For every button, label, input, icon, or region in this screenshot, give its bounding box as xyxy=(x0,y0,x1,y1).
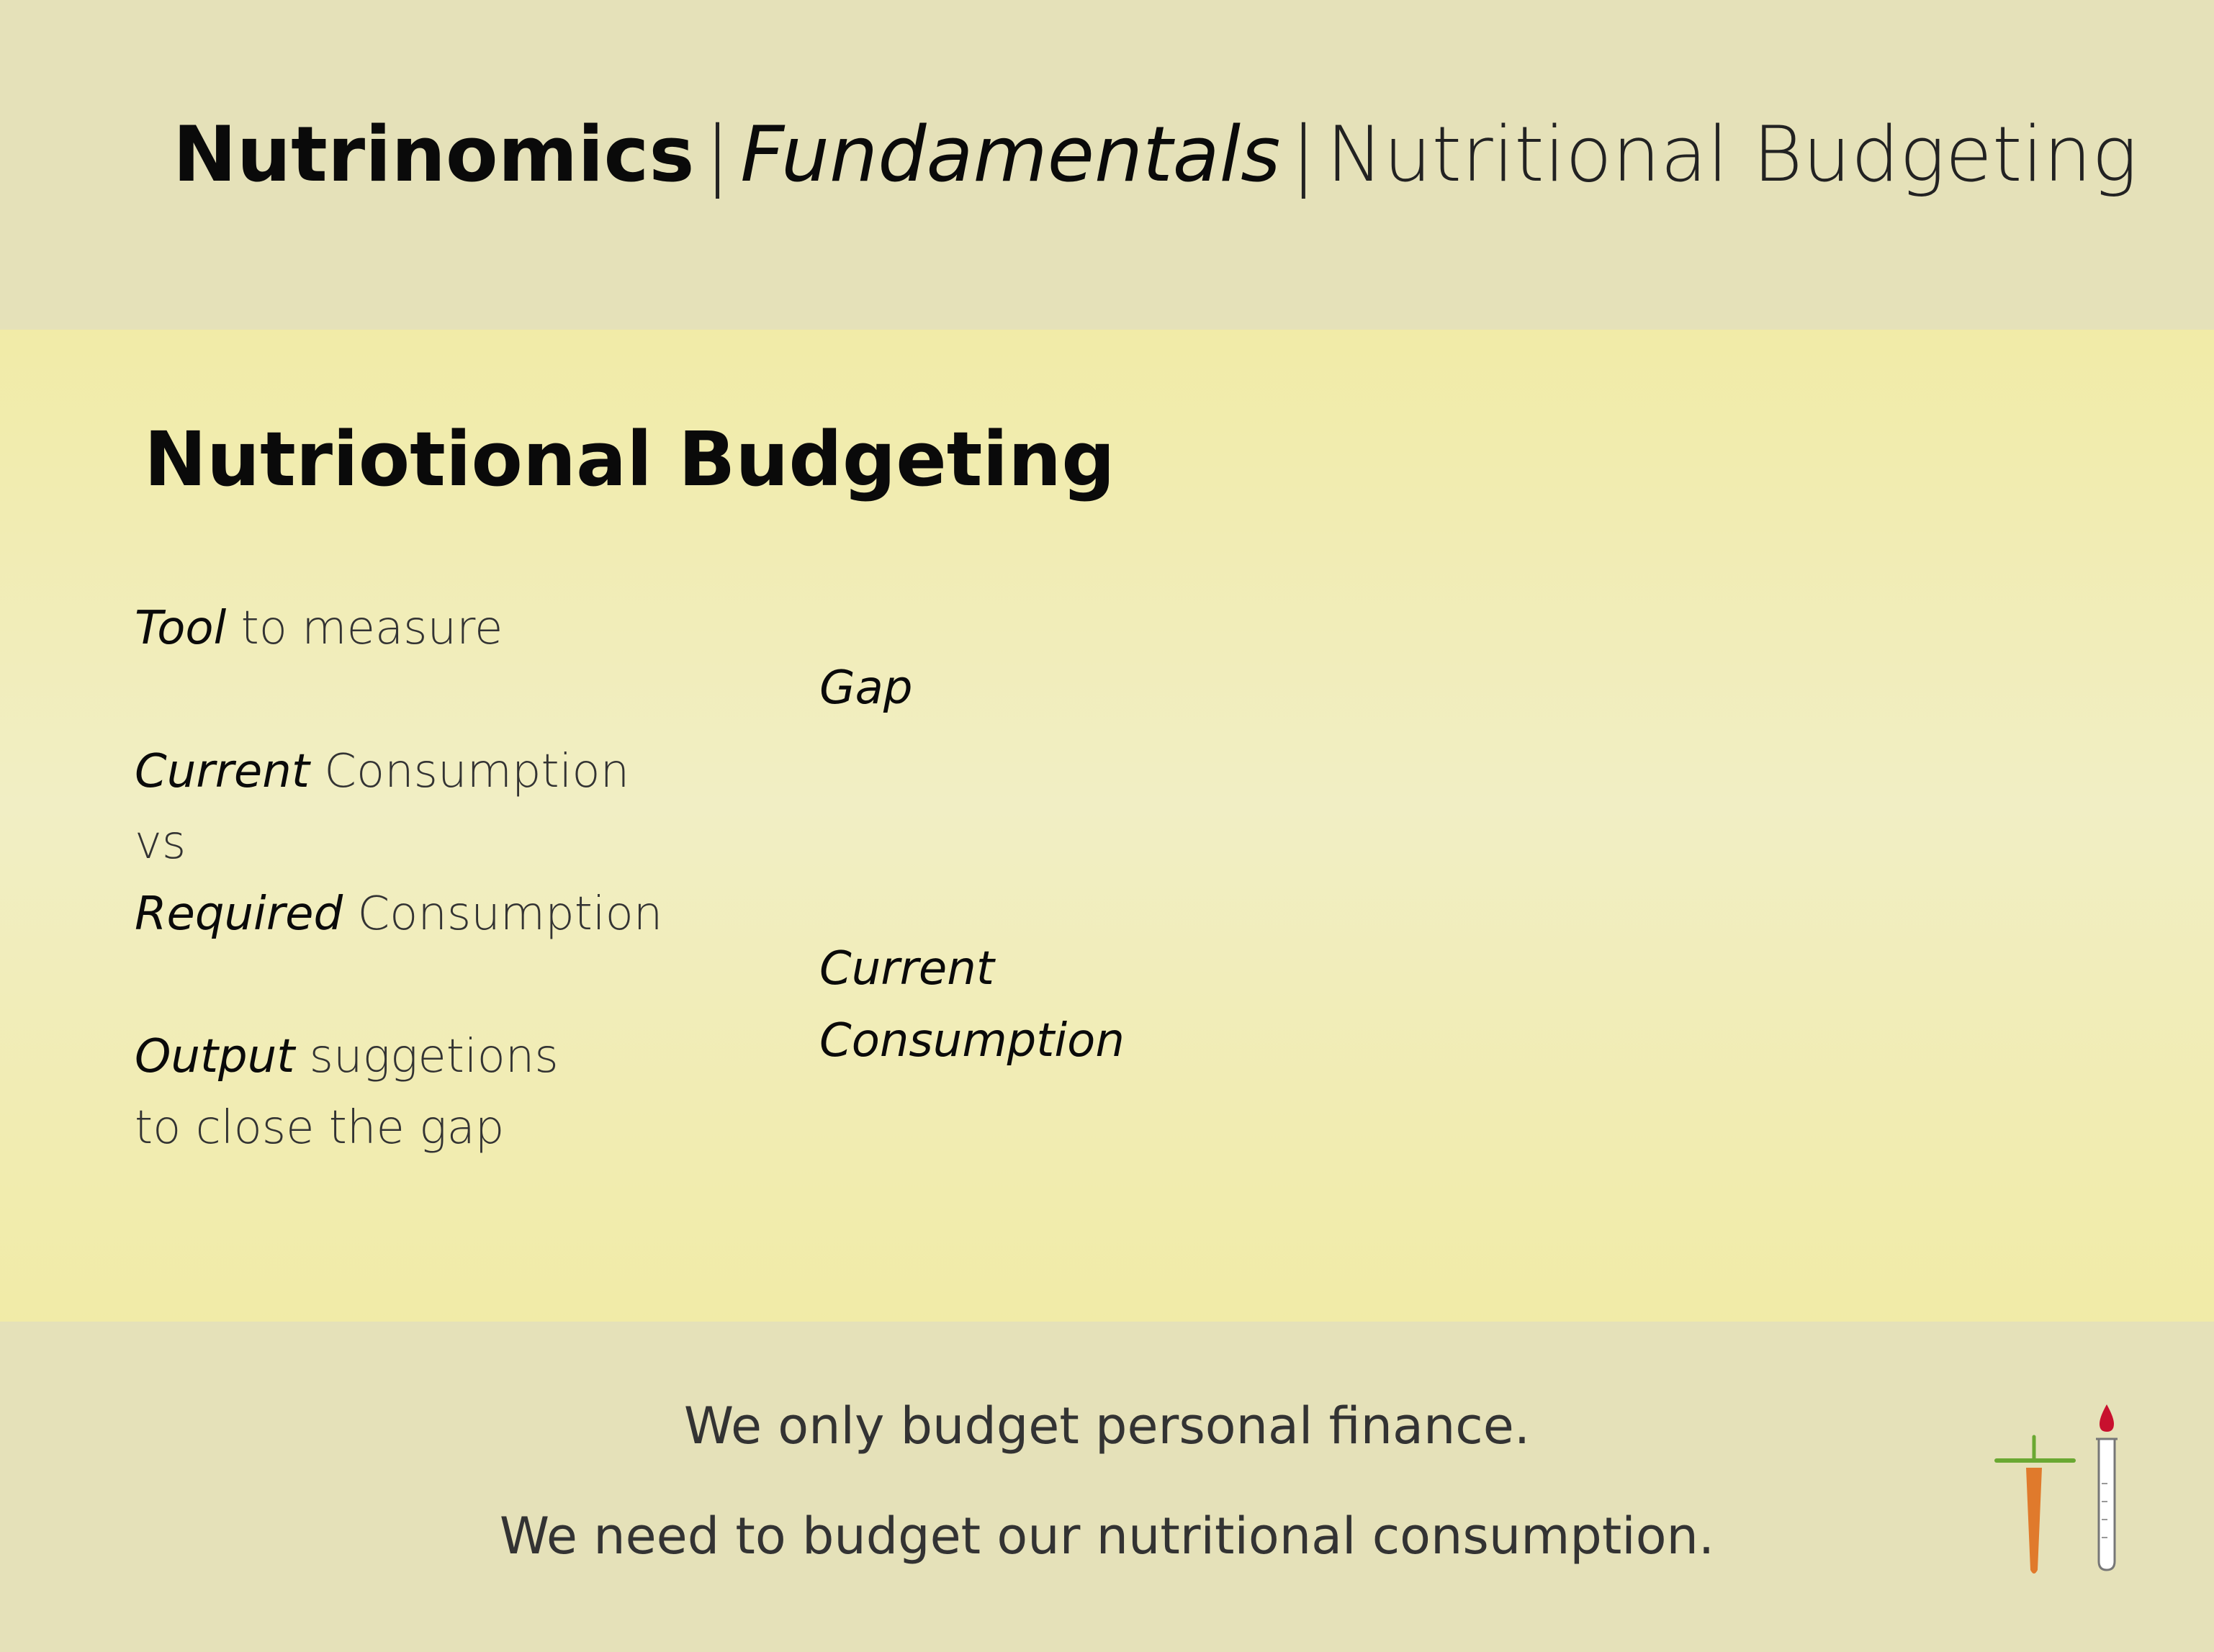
footer: We only budget personal finance. We need… xyxy=(0,1322,2214,1652)
page-title: Nutriotional Budgeting xyxy=(144,415,1115,503)
section-name: Fundamentals xyxy=(740,110,1281,199)
point-tool: Tool to measure xyxy=(135,600,503,657)
gap-label: Gap xyxy=(819,662,913,715)
point-required: Required Consumption xyxy=(135,885,662,943)
content-band: Nutriotional Budgeting Tool to measure C… xyxy=(0,330,2214,1322)
point-emphasis: Current xyxy=(135,745,310,798)
header-title: Nutrinomics | Fundamentals | Nutritional Bud… xyxy=(173,108,2138,202)
current-label-line2: Consumption xyxy=(819,1014,1125,1068)
point-emphasis: Output xyxy=(135,1030,295,1083)
point-emphasis: Tool xyxy=(135,602,227,655)
point-text: to measure xyxy=(226,602,503,655)
point-emphasis: Required xyxy=(135,888,343,941)
point-output: Output suggetions xyxy=(135,1028,559,1085)
point-close-gap: to close the gap xyxy=(135,1099,504,1157)
point-text: Consumption xyxy=(343,888,663,941)
point-current: Current Consumption xyxy=(135,743,629,800)
title-separator: | xyxy=(704,110,731,199)
point-vs: vs xyxy=(135,814,186,872)
footer-line-1: We only budget personal finance. xyxy=(683,1396,1531,1455)
point-text: vs xyxy=(135,816,186,870)
brand-name: Nutrinomics xyxy=(173,110,695,199)
current-label-line1: Current xyxy=(819,942,994,996)
title-separator: | xyxy=(1290,110,1317,199)
carrot-and-test-tube-icon xyxy=(1994,1404,2118,1574)
point-text: suggetions xyxy=(294,1030,559,1083)
header: Nutrinomics | Fundamentals | Nutritional Bud… xyxy=(0,0,2214,330)
topic-name: Nutritional Budgeting xyxy=(1326,110,2138,199)
point-text: to close the gap xyxy=(135,1101,505,1155)
point-text: Consumption xyxy=(309,745,630,798)
footer-line-2: We need to budget our nutritional consum… xyxy=(499,1507,1715,1566)
slide: Nutrinomics | Fundamentals | Nutritional Bud… xyxy=(0,0,2214,1652)
